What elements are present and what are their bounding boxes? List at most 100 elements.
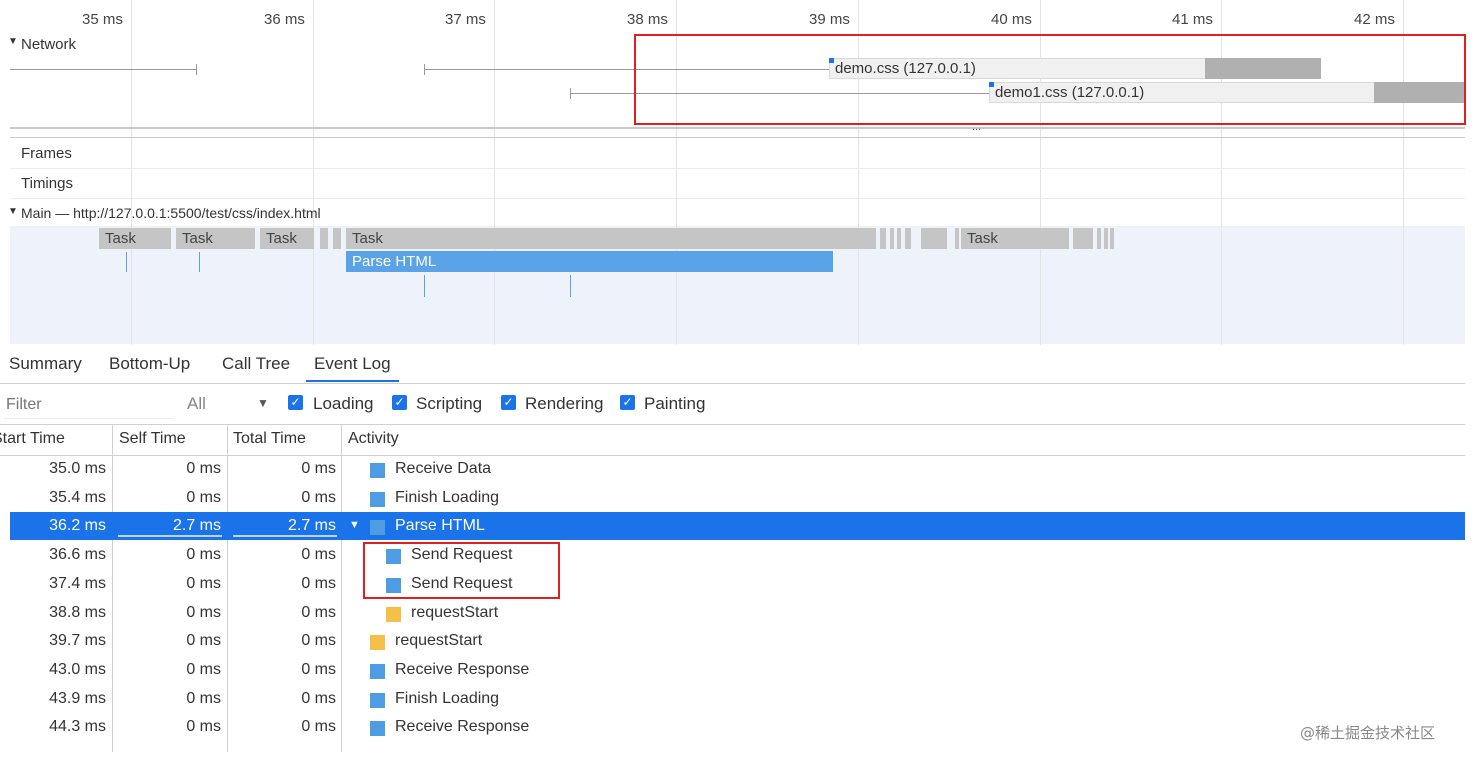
scripting-checkbox-label[interactable]: Scripting [416,394,482,414]
network-request-line-cap [196,64,197,75]
self-time-cell: 0 ms [186,718,221,736]
tab-call-tree[interactable]: Call Tree [222,354,290,380]
timings-track-label[interactable]: Timings [21,175,73,192]
table-row[interactable] [10,601,1465,629]
tick-label: 41 ms [1172,11,1213,28]
main-track-label[interactable]: Main — http://127.0.0.1:5500/test/css/in… [21,205,321,221]
rendering-checkbox-label[interactable]: Rendering [525,394,603,414]
filter-bar [0,384,1465,425]
tab-bottom-up[interactable]: Bottom-Up [109,354,190,380]
start-time-cell: 36.6 ms [49,546,106,564]
table-row[interactable] [10,687,1465,715]
tick-label: 37 ms [445,11,486,28]
panel-resizer[interactable] [10,127,1465,129]
start-time-cell: 43.9 ms [49,689,106,707]
activity-cell: Receive Data [395,460,492,477]
annotation-highlight-box [634,34,1466,125]
activity-cell: requestStart [395,632,483,650]
table-row[interactable] [10,457,1465,485]
frames-track-label[interactable]: Frames [21,145,72,162]
task-block[interactable]: Task [99,228,171,249]
table-row[interactable] [10,572,1465,600]
total-time-cell: 0 ms [301,689,336,707]
start-time-cell: 39.7 ms [49,632,106,650]
task-block[interactable]: Task [961,228,1069,249]
painting-checkbox[interactable]: ✓ [620,395,635,410]
main-track-toggle[interactable]: ▼ [8,206,18,217]
self-time-cell: 2.7 ms [172,517,221,535]
tick-label: 38 ms [627,11,668,28]
total-time-cell: 0 ms [301,460,336,477]
column-header-total-time[interactable]: Total Time [233,430,306,448]
resizer-dots[interactable]: ... [972,121,981,133]
self-time-cell: 0 ms [186,574,221,592]
tab-event-log[interactable]: Event Log [306,354,399,382]
self-time-cell: 0 ms [186,546,221,564]
task-block[interactable]: Task [346,228,876,249]
category-color-icon [370,635,385,651]
task-sliver[interactable] [905,228,911,249]
table-row[interactable] [10,543,1465,571]
task-sliver[interactable] [955,228,959,249]
task-block[interactable]: Task [260,228,314,249]
scripting-checkbox[interactable]: ✓ [392,395,407,410]
category-color-icon [386,549,401,565]
network-track-label[interactable]: Network [21,36,76,53]
activity-cell: Send Request [411,546,513,564]
activity-cell: Parse HTML [395,517,485,535]
tick-label: 39 ms [809,11,850,28]
filter-input[interactable] [4,392,178,418]
column-header-start-time[interactable]: Start Time [0,430,65,448]
task-sliver[interactable] [897,228,901,249]
self-time-cell: 0 ms [186,603,221,621]
table-row[interactable] [10,514,1465,542]
expand-toggle-icon[interactable]: ▼ [349,519,360,531]
start-time-header-clip: Start Time [0,425,110,455]
loading-checkbox-label[interactable]: Loading [313,394,374,414]
activity-cell: Finish Loading [395,689,500,707]
rendering-checkbox[interactable]: ✓ [501,395,516,410]
start-time-cell: 44.3 ms [49,718,106,736]
painting-checkbox-label[interactable]: Painting [644,394,705,414]
table-row[interactable] [10,629,1465,657]
tab-bar [0,345,1465,384]
self-time-cell: 0 ms [186,488,221,506]
start-time-cell: 38.8 ms [49,603,106,621]
total-time-cell: 0 ms [301,546,336,564]
tick-label: 36 ms [264,11,305,28]
task-sliver[interactable] [880,228,886,249]
table-row[interactable] [10,658,1465,686]
task-sliver[interactable] [333,228,341,249]
category-select[interactable]: All [187,394,206,414]
network-track-toggle[interactable]: ▼ [8,36,18,47]
column-header-self-time[interactable]: Self Time [119,430,186,448]
column-header-activity[interactable]: Activity [348,430,399,448]
task-sliver[interactable] [1073,228,1093,249]
chevron-down-icon[interactable]: ▼ [257,396,269,410]
task-sliver[interactable] [921,228,947,249]
task-sliver[interactable] [890,228,894,249]
send-request-marker [424,275,425,297]
task-block[interactable]: Task [176,228,255,249]
table-row[interactable] [10,486,1465,514]
parse-html-block[interactable]: Parse HTML [346,251,833,272]
total-time-cell: 0 ms [301,603,336,621]
total-time-cell: 0 ms [301,574,336,592]
send-request-marker [570,275,571,297]
grid-line [1403,226,1404,344]
self-time-cell: 0 ms [186,632,221,650]
task-sliver[interactable] [1097,228,1101,249]
table-row[interactable] [10,715,1465,743]
self-time-cell: 0 ms [186,689,221,707]
panel-divider [10,137,1465,138]
tab-summary[interactable]: Summary [9,354,82,380]
category-color-icon [370,520,385,536]
tick-label: 40 ms [991,11,1032,28]
task-sliver[interactable] [1104,228,1108,249]
total-time-cell: 0 ms [301,488,336,506]
task-sliver[interactable] [1110,228,1114,249]
task-sliver[interactable] [320,228,328,249]
timeline-panel[interactable]: 35 ms 36 ms 37 ms 38 ms 39 ms 40 ms 41 m… [0,0,1483,345]
loading-checkbox[interactable]: ✓ [288,395,303,410]
total-time-cell: 0 ms [301,718,336,736]
